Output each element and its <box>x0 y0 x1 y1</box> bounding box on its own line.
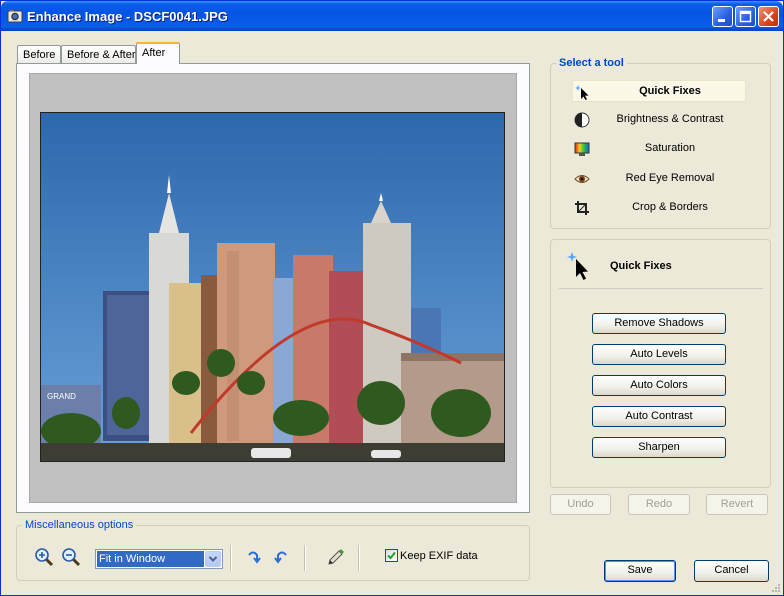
eye-icon <box>574 175 590 183</box>
app-icon <box>7 9 23 23</box>
misc-options-legend: Miscellaneous options <box>22 519 137 531</box>
city-skyline-image: GRAND <box>41 113 504 461</box>
tool-label: Brightness & Contrast <box>616 113 724 125</box>
panel-divider <box>559 288 763 289</box>
maximize-icon <box>739 10 752 23</box>
auto-levels-button[interactable]: Auto Levels <box>592 344 726 365</box>
maximize-button[interactable] <box>735 6 756 27</box>
tool-saturation[interactable]: Saturation <box>572 138 746 160</box>
cancel-button[interactable]: Cancel <box>694 560 769 582</box>
auto-contrast-button[interactable]: Auto Contrast <box>592 406 726 427</box>
tab-before[interactable]: Before <box>17 45 61 64</box>
preview-photo: GRAND <box>40 112 505 462</box>
toolbar-separator <box>230 545 232 571</box>
svg-text:GRAND: GRAND <box>47 392 76 401</box>
quick-fixes-header-icon <box>567 252 588 280</box>
quick-fixes-title: Quick Fixes <box>610 260 672 272</box>
close-button[interactable] <box>758 6 779 27</box>
rotate-counterclockwise-icon[interactable] <box>271 547 291 567</box>
crop-icon <box>575 201 589 215</box>
keep-exif-checkbox[interactable] <box>385 549 398 562</box>
title-bar[interactable]: Enhance Image - DSCF0041.JPG <box>1 1 783 31</box>
dropdown-arrow-button[interactable] <box>205 551 221 567</box>
tool-label: Saturation <box>644 142 696 154</box>
toolbar-separator <box>304 545 306 571</box>
toolbar-separator <box>358 545 360 571</box>
chevron-down-icon <box>208 556 218 562</box>
tool-label: Crop & Borders <box>632 201 708 213</box>
tool-red-eye-removal[interactable]: Red Eye Removal <box>572 168 746 190</box>
zoom-select-value: Fit in Window <box>97 551 204 567</box>
tab-after[interactable]: After <box>136 42 180 64</box>
close-icon <box>763 11 774 22</box>
select-tool-legend: Select a tool <box>556 57 627 69</box>
tool-quick-fixes[interactable]: Quick Fixes <box>572 80 746 102</box>
sharpen-button[interactable]: Sharpen <box>592 437 726 458</box>
cursor-sparkle-icon <box>575 85 589 100</box>
undo-button[interactable]: Undo <box>550 494 611 515</box>
saturation-icon <box>574 142 590 156</box>
redo-button[interactable]: Redo <box>628 494 690 515</box>
rotate-clockwise-icon[interactable] <box>244 547 264 567</box>
tool-crop-borders[interactable]: Crop & Borders <box>572 197 746 219</box>
tool-brightness-contrast[interactable]: Brightness & Contrast <box>572 109 746 131</box>
color-picker-icon[interactable] <box>326 547 346 567</box>
tab-before-after[interactable]: Before & After <box>61 45 136 64</box>
resize-grip-icon[interactable] <box>770 582 780 592</box>
minimize-icon <box>718 19 725 22</box>
enhance-image-window: Enhance Image - DSCF0041.JPG Before Befo… <box>0 0 784 596</box>
revert-button[interactable]: Revert <box>706 494 768 515</box>
zoom-select[interactable]: Fit in Window <box>95 549 223 569</box>
auto-colors-button[interactable]: Auto Colors <box>592 375 726 396</box>
contrast-icon <box>574 112 590 128</box>
save-button[interactable]: Save <box>604 560 676 582</box>
tool-label: Red Eye Removal <box>625 172 715 184</box>
window-title: Enhance Image - DSCF0041.JPG <box>27 9 228 24</box>
checkmark-icon <box>387 551 396 560</box>
zoom-in-icon[interactable] <box>34 547 54 567</box>
tool-label: Quick Fixes <box>639 85 701 97</box>
keep-exif-label[interactable]: Keep EXIF data <box>400 550 478 562</box>
zoom-out-icon[interactable] <box>61 547 81 567</box>
minimize-button[interactable] <box>712 6 733 27</box>
remove-shadows-button[interactable]: Remove Shadows <box>592 313 726 334</box>
